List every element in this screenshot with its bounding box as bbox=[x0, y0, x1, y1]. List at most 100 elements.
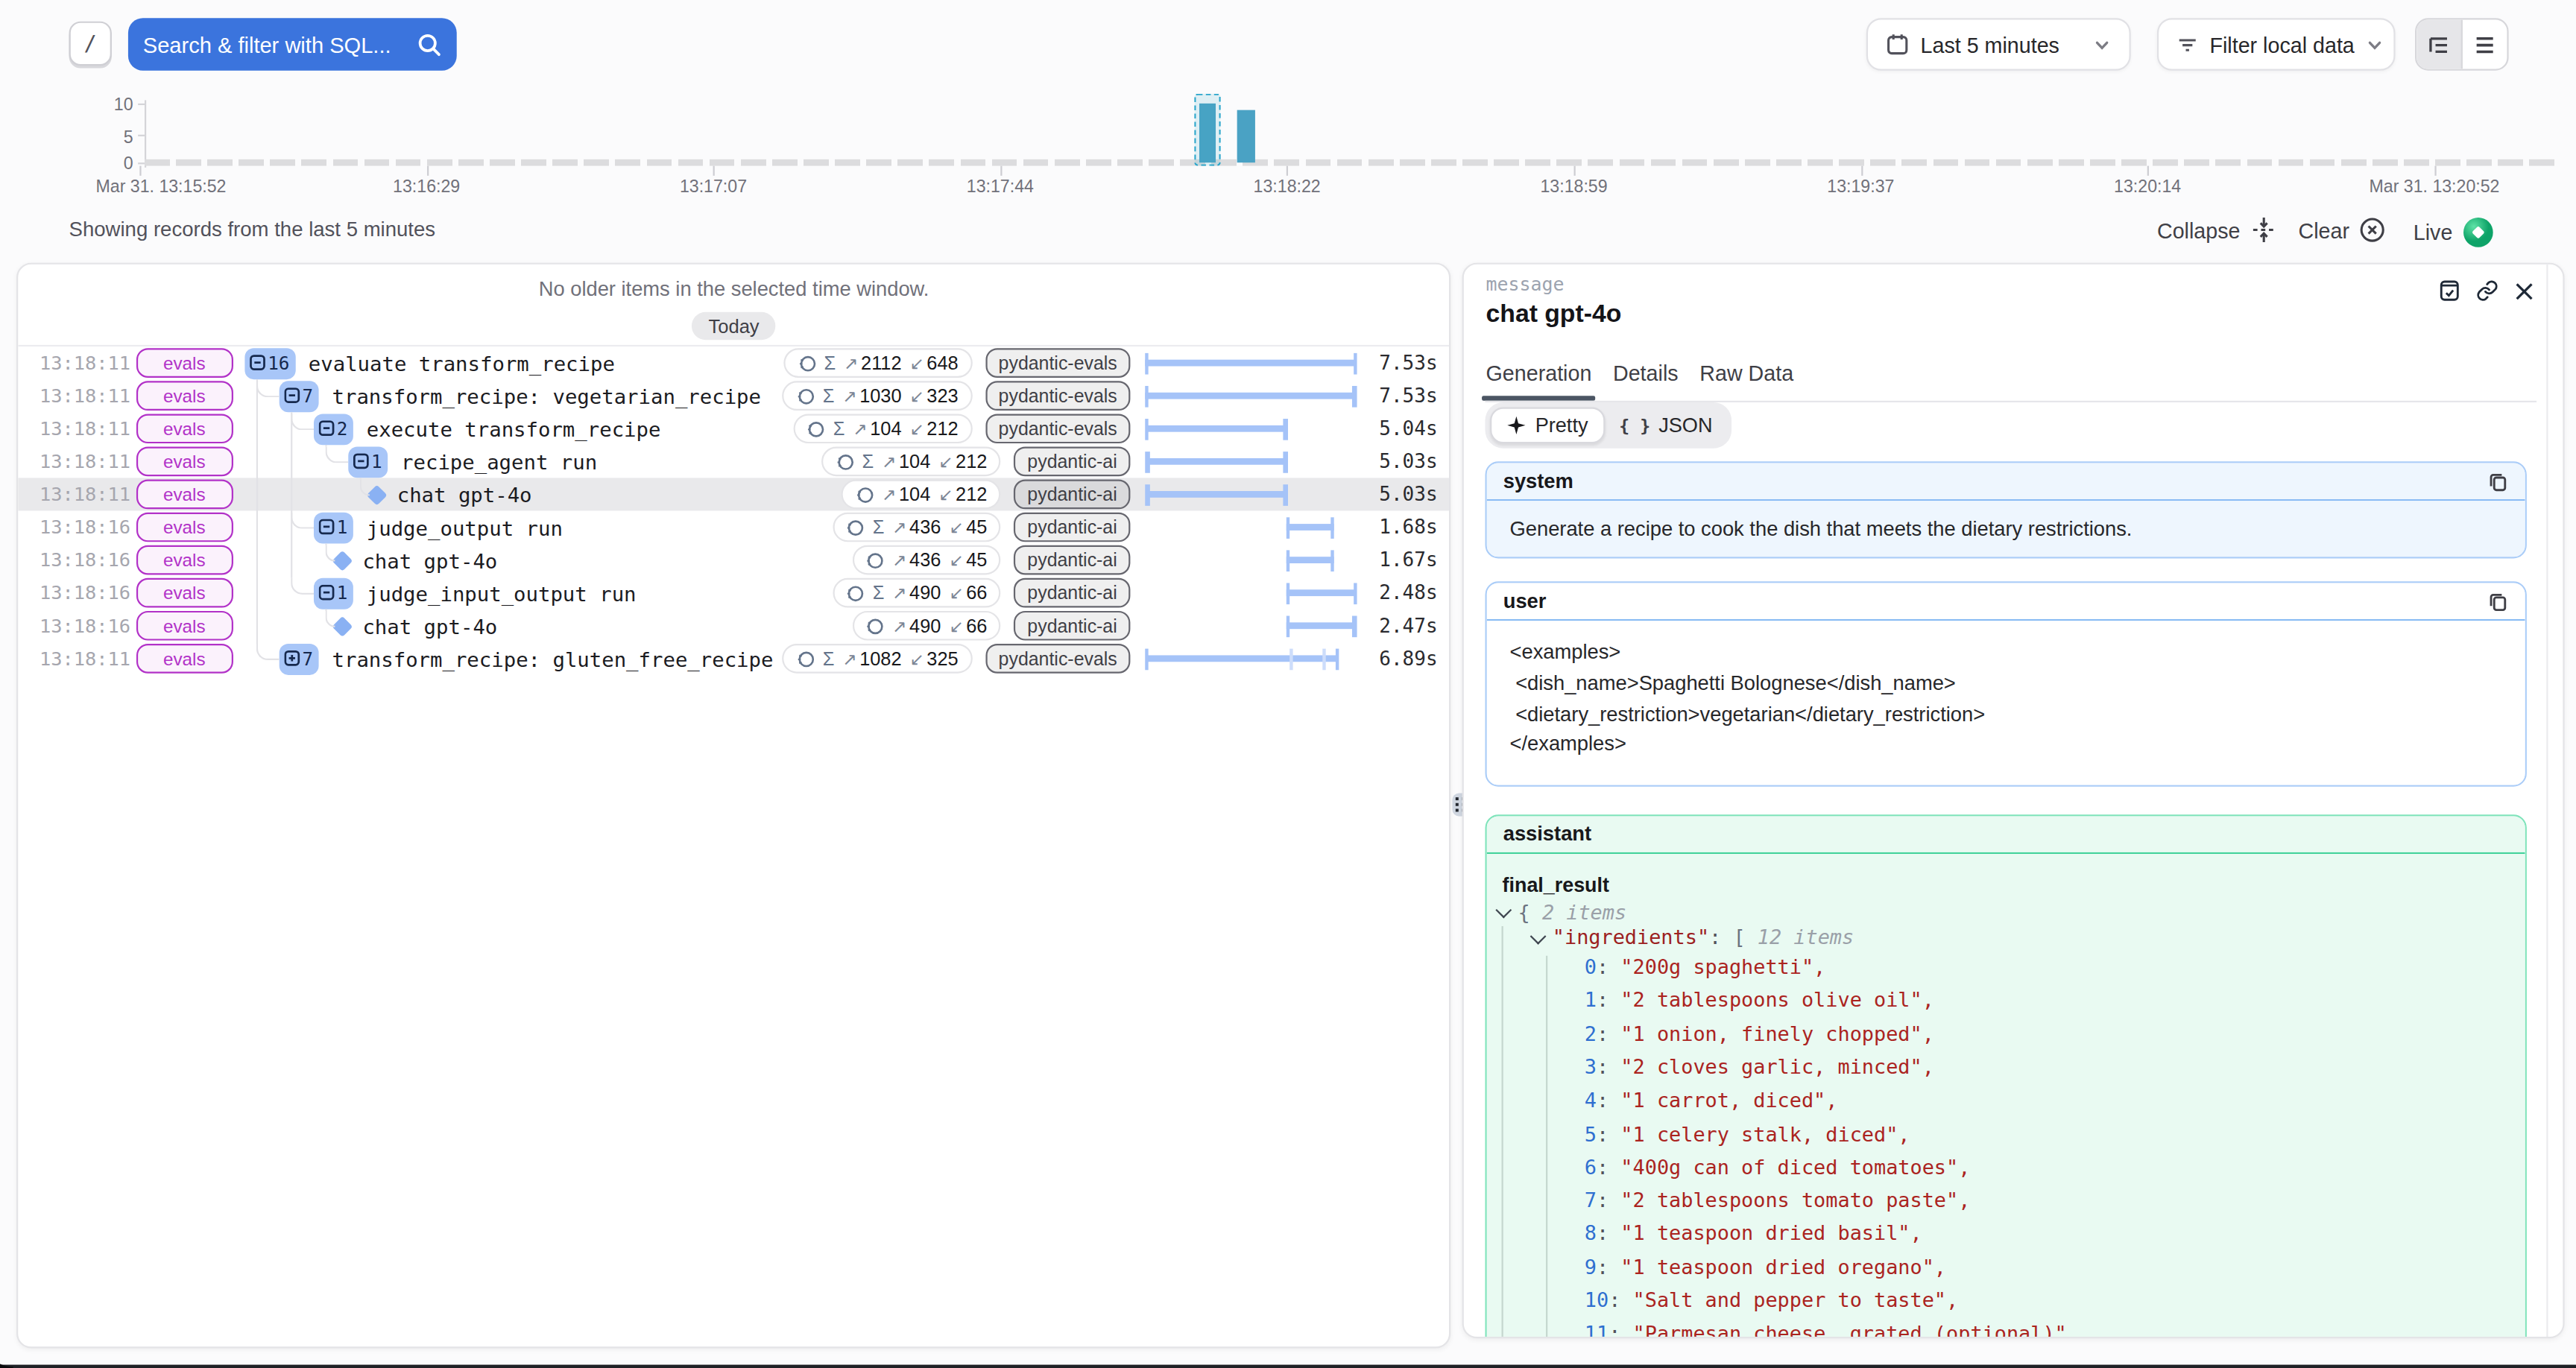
trace-row[interactable]: 13:18:11evals1recipe_agent runΣ↗104↙212p… bbox=[18, 446, 1450, 478]
span-name: evaluate transform_recipe bbox=[309, 351, 615, 376]
token-metrics-pill[interactable]: Σ↗2112↙648 bbox=[784, 349, 973, 379]
collapse-icon bbox=[250, 355, 265, 371]
token-metrics-pill[interactable]: Σ↗1030↙323 bbox=[783, 381, 973, 411]
token-metrics-pill[interactable]: ↗436↙45 bbox=[852, 545, 1001, 575]
pin-panel-icon[interactable] bbox=[2438, 279, 2461, 303]
scope-tag[interactable]: pydantic-evals bbox=[985, 644, 1130, 674]
scope-tag[interactable]: pydantic-ai bbox=[1014, 611, 1131, 641]
evals-badge[interactable]: evals bbox=[136, 414, 233, 444]
tokens-down-icon: ↙ bbox=[949, 583, 963, 603]
evals-badge[interactable]: evals bbox=[136, 480, 233, 510]
filter-label: Filter local data bbox=[2209, 32, 2354, 57]
duration-bar-zone bbox=[1146, 478, 1356, 511]
tokens-down-icon: ↙ bbox=[949, 518, 963, 537]
token-metrics-pill[interactable]: Σ↗490↙66 bbox=[833, 578, 1001, 608]
scope-tag[interactable]: pydantic-evals bbox=[985, 414, 1130, 444]
json-root-line[interactable]: { 2 items bbox=[1494, 900, 2525, 925]
json-array-item: 8: "1 teaspoon dried basil", bbox=[1585, 1217, 2525, 1251]
row-timestamp: 13:18:11 bbox=[40, 417, 130, 440]
sigma-icon: Σ bbox=[873, 583, 885, 603]
token-metrics-pill[interactable]: Σ↗436↙45 bbox=[833, 513, 1001, 542]
chevron-down-icon bbox=[2093, 35, 2111, 53]
chart-bar[interactable] bbox=[1237, 110, 1254, 163]
scope-tag[interactable]: pydantic-ai bbox=[1014, 545, 1131, 575]
scope-tag[interactable]: pydantic-evals bbox=[985, 349, 1130, 379]
span-name: recipe_agent run bbox=[401, 449, 597, 474]
trace-row[interactable]: 13:18:11evals7transform_recipe: vegetari… bbox=[18, 380, 1450, 413]
search-input[interactable]: Search & filter with SQL... bbox=[128, 18, 457, 71]
row-timestamp: 13:18:16 bbox=[40, 582, 130, 605]
collapse-count-chip[interactable]: 1 bbox=[313, 512, 353, 543]
copy-icon[interactable] bbox=[2488, 471, 2510, 493]
trace-row[interactable]: 13:18:11evals2execute transform_recipeΣ↗… bbox=[18, 413, 1450, 446]
duration-bar bbox=[1287, 589, 1356, 597]
system-message-text: Generate a recipe to cook the dish that … bbox=[1488, 501, 2525, 557]
evals-badge[interactable]: evals bbox=[136, 513, 233, 543]
trace-row[interactable]: 13:18:16evalschat gpt-4o↗436↙45pydantic-… bbox=[18, 544, 1450, 577]
token-metrics-pill[interactable]: Σ↗104↙212 bbox=[793, 414, 972, 444]
scope-tag[interactable]: pydantic-ai bbox=[1014, 578, 1131, 608]
search-placeholder: Search & filter with SQL... bbox=[143, 32, 417, 57]
token-metrics-pill[interactable]: Σ↗1082↙325 bbox=[783, 644, 973, 674]
evals-badge[interactable]: evals bbox=[136, 611, 233, 642]
evals-badge[interactable]: evals bbox=[136, 545, 233, 576]
tokens-icon bbox=[856, 486, 874, 504]
scope-tag[interactable]: pydantic-ai bbox=[1014, 447, 1131, 477]
close-icon[interactable] bbox=[2513, 280, 2535, 302]
json-key-line[interactable]: "ingredients": [ 12 items bbox=[1529, 925, 2525, 951]
tokens-up-icon: ↗ bbox=[853, 419, 868, 438]
collapse-count-chip[interactable]: 16 bbox=[244, 348, 295, 379]
scope-tag[interactable]: pydantic-evals bbox=[985, 381, 1130, 411]
tab-raw-data[interactable]: Raw Data bbox=[1699, 361, 1793, 400]
pretty-toggle-button[interactable]: Pretty bbox=[1491, 407, 1604, 444]
view-mode-toggle bbox=[2415, 18, 2509, 71]
collapse-count-chip[interactable]: 1 bbox=[313, 577, 353, 609]
json-toggle-button[interactable]: { } JSON bbox=[1605, 407, 1728, 444]
collapse-count-chip[interactable]: 1 bbox=[347, 446, 388, 478]
trace-row[interactable]: 13:18:16evalschat gpt-4o↗490↙66pydantic-… bbox=[18, 609, 1450, 642]
caret-down-icon[interactable] bbox=[1497, 902, 1512, 917]
token-metrics-pill[interactable]: ↗104↙212 bbox=[842, 480, 1001, 510]
detail-scrollbar-track[interactable] bbox=[2547, 265, 2548, 1337]
json-indent-guide bbox=[1546, 956, 1547, 1339]
token-metrics-pill[interactable]: Σ↗104↙212 bbox=[822, 447, 1001, 477]
copy-link-icon[interactable] bbox=[2476, 279, 2499, 303]
caret-down-icon[interactable] bbox=[1532, 928, 1547, 943]
copy-icon[interactable] bbox=[2488, 591, 2510, 612]
collapse-count-chip[interactable]: 7 bbox=[279, 381, 319, 412]
evals-badge[interactable]: evals bbox=[136, 348, 233, 379]
tab-details[interactable]: Details bbox=[1613, 361, 1679, 400]
tokens-down-icon: ↙ bbox=[949, 616, 963, 636]
trace-row[interactable]: 13:18:16evals1judge_input_output runΣ↗49… bbox=[18, 577, 1450, 609]
tab-generation[interactable]: Generation bbox=[1486, 361, 1592, 400]
filter-local-data-button[interactable]: Filter local data bbox=[2157, 18, 2396, 71]
scope-tag[interactable]: pydantic-ai bbox=[1014, 513, 1131, 542]
tokens-up-icon: ↗ bbox=[892, 583, 906, 603]
detail-title: chat gpt-4o bbox=[1486, 298, 1622, 328]
trace-row[interactable]: 13:18:11evalschat gpt-4o↗104↙212pydantic… bbox=[18, 478, 1450, 511]
evals-badge[interactable]: evals bbox=[136, 381, 233, 411]
list-view-button[interactable] bbox=[2462, 19, 2507, 69]
trace-row[interactable]: 13:18:16evals1judge_output runΣ↗436↙45py… bbox=[18, 511, 1450, 544]
evals-badge[interactable]: evals bbox=[136, 446, 233, 477]
trace-row[interactable]: 13:18:11evals16evaluate transform_recipe… bbox=[18, 346, 1450, 379]
trace-row[interactable]: 13:18:11evals7transform_recipe: gluten_f… bbox=[18, 642, 1450, 675]
collapse-count-chip[interactable]: 2 bbox=[313, 414, 353, 445]
json-array-item: 10: "Salt and pepper to taste", bbox=[1585, 1284, 2525, 1317]
time-range-label: Last 5 minutes bbox=[1921, 32, 2059, 57]
tree-view-button[interactable] bbox=[2416, 19, 2462, 69]
json-array-item: 6: "400g can of diced tomatoes", bbox=[1585, 1150, 2525, 1184]
scope-tag[interactable]: pydantic-ai bbox=[1014, 480, 1131, 510]
token-metrics-pill[interactable]: ↗490↙66 bbox=[852, 611, 1001, 641]
span-name: chat gpt-4o bbox=[362, 548, 497, 572]
clear-button[interactable]: Clear bbox=[2299, 217, 2386, 243]
sigma-icon: Σ bbox=[823, 386, 835, 405]
collapse-button[interactable]: Collapse bbox=[2157, 217, 2276, 243]
span-diamond-icon bbox=[332, 550, 353, 570]
time-range-button[interactable]: Last 5 minutes bbox=[1866, 18, 2131, 71]
collapse-count-chip[interactable]: 7 bbox=[279, 643, 319, 674]
evals-badge[interactable]: evals bbox=[136, 578, 233, 609]
live-toggle[interactable]: Live bbox=[2414, 217, 2494, 248]
evals-badge[interactable]: evals bbox=[136, 644, 233, 674]
x-tick-label: 13:17:44 bbox=[886, 175, 1116, 194]
